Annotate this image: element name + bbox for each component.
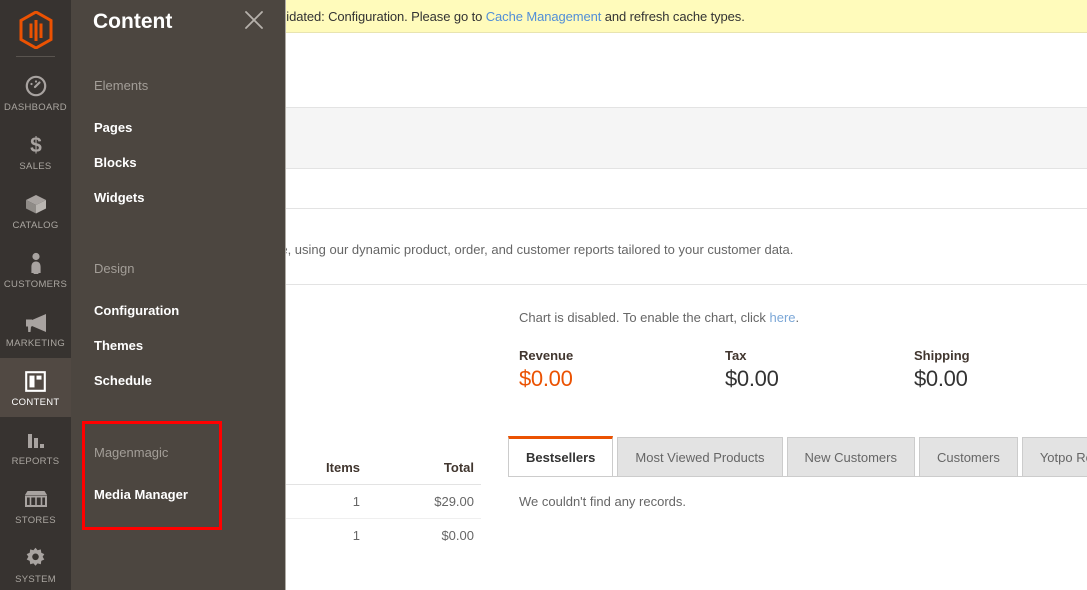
cell-items: 1 [352, 494, 360, 509]
enable-chart-link[interactable]: here [770, 310, 796, 325]
sidebar-label: Marketing [5, 338, 66, 349]
close-icon[interactable] [243, 9, 265, 31]
megaphone-icon [2, 310, 69, 334]
menu-group-elements: Elements Pages Blocks Widgets [71, 78, 286, 206]
sidebar-item-system[interactable]: System [0, 535, 71, 590]
sidebar-item-stores[interactable]: Stores [0, 476, 71, 535]
sidebar-label: Stores [15, 515, 56, 526]
table-row: 1 $0.00 [286, 519, 481, 552]
sidebar-label: Content [11, 397, 60, 408]
sidebar-label: Dashboard [4, 102, 67, 113]
tab-new-customers[interactable]: New Customers [786, 437, 915, 477]
total-revenue: Revenue $0.00 [519, 348, 573, 392]
menu-group-title-magenmagic: Magenmagic [94, 445, 169, 460]
box-icon [2, 192, 69, 216]
svg-text:$: $ [30, 134, 42, 157]
magento-logo-icon [19, 11, 52, 49]
menu-group-title-elements: Elements [94, 78, 149, 93]
cache-management-link[interactable]: Cache Management [486, 9, 602, 24]
admin-screen: es are invalidated: Configuration. Pleas… [0, 0, 1087, 590]
menu-item-pages[interactable]: Pages [71, 120, 286, 136]
sidebar-item-dashboard[interactable]: Dashboard [0, 63, 71, 122]
total-shipping-label: Shipping [914, 348, 970, 363]
sidebar-label: Reports [11, 456, 60, 467]
menu-item-blocks[interactable]: Blocks [71, 155, 286, 171]
tab-yotpo-reviews[interactable]: Yotpo Reviews [1021, 437, 1087, 477]
menu-group-magenmagic: Magenmagic Media Manager [71, 445, 286, 503]
sidebar-item-marketing[interactable]: Marketing [0, 299, 71, 358]
cell-items: 1 [352, 528, 360, 543]
sidebar-item-sales[interactable]: $ Sales [0, 122, 71, 181]
dashboard-tabs: Bestsellers Most Viewed Products New Cus… [508, 436, 1087, 477]
layout-icon [2, 369, 69, 393]
dashboard-icon [2, 74, 69, 98]
sidebar-label: Customers [3, 279, 68, 290]
tab-underline [508, 476, 1087, 477]
storefront-icon [2, 487, 69, 511]
menu-group-title-design: Design [94, 261, 135, 276]
sidebar-item-customers[interactable]: Customers [0, 240, 71, 299]
admin-sidebar-rail: Dashboard $ Sales Catalog [0, 0, 71, 590]
tab-customers[interactable]: Customers [918, 437, 1018, 477]
column-header-items: Items [326, 460, 360, 475]
tab-most-viewed-products[interactable]: Most Viewed Products [617, 437, 783, 477]
cell-total: $29.00 [434, 494, 474, 509]
sidebar-item-content[interactable]: Content [0, 358, 71, 417]
dollar-icon: $ [2, 133, 69, 157]
tab-empty-message: We couldn't find any records. [519, 494, 686, 509]
menu-item-schedule[interactable]: Schedule [71, 373, 286, 389]
total-shipping: Shipping $0.00 [914, 348, 970, 392]
menu-item-configuration[interactable]: Configuration [71, 303, 286, 319]
column-header-total: Total [443, 460, 474, 475]
orders-mini-table: Items Total 1 $29.00 1 $0.00 [286, 460, 481, 552]
total-tax-value: $0.00 [725, 366, 779, 391]
sidebar-label: Sales [19, 161, 52, 172]
person-icon [2, 251, 69, 275]
table-row: 1 $29.00 [286, 485, 481, 519]
tab-bestsellers[interactable]: Bestsellers [508, 436, 614, 477]
total-tax: Tax $0.00 [725, 348, 779, 392]
chart-disabled-text-before: Chart is disabled. To enable the chart, … [519, 310, 770, 325]
menu-item-themes[interactable]: Themes [71, 338, 286, 354]
sidebar-label: System [15, 574, 56, 585]
bar-chart-icon [2, 428, 69, 452]
gear-icon [2, 546, 69, 570]
rail-divider [16, 56, 55, 57]
banner-text-after: and refresh cache types. [601, 8, 745, 24]
total-shipping-value: $0.00 [914, 366, 968, 391]
table-header-row: Items Total [286, 460, 481, 485]
content-menu-panel: Content Elements Pages Blocks Widgets De… [71, 0, 286, 590]
chart-disabled-text-after: . [795, 310, 800, 325]
sidebar-item-reports[interactable]: Reports [0, 417, 71, 476]
sidebar-label: Catalog [12, 220, 59, 231]
menu-item-widgets[interactable]: Widgets [71, 190, 286, 206]
total-revenue-label: Revenue [519, 348, 574, 363]
total-tax-label: Tax [725, 348, 747, 363]
total-revenue-value: $0.00 [519, 366, 573, 391]
menu-title: Content [93, 10, 173, 33]
cell-total: $0.00 [441, 528, 474, 543]
menu-group-design: Design Configuration Themes Schedule [71, 261, 286, 389]
menu-header: Content [71, 0, 285, 52]
magento-logo[interactable] [0, 0, 71, 56]
sidebar-item-catalog[interactable]: Catalog [0, 181, 71, 240]
chart-disabled-notice: Chart is disabled. To enable the chart, … [519, 310, 799, 325]
menu-item-media-manager[interactable]: Media Manager [71, 487, 286, 503]
